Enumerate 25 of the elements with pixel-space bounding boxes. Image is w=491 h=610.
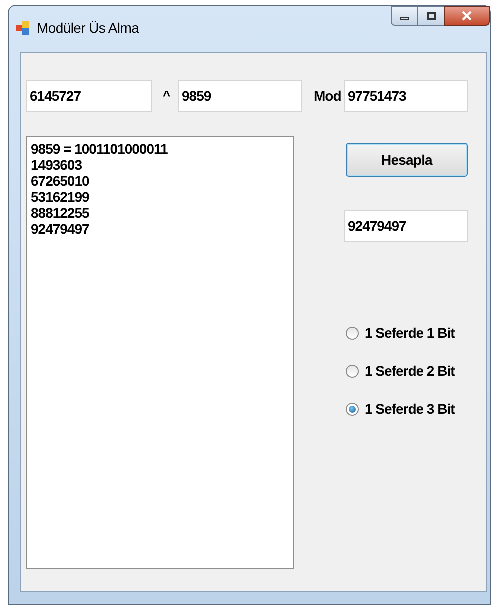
base-field[interactable]: 6145727 bbox=[26, 80, 152, 112]
modulus-field[interactable]: 97751473 bbox=[344, 80, 468, 112]
app-icon bbox=[16, 21, 30, 35]
window-title: Modüler Üs Alma bbox=[37, 19, 140, 38]
output-line: 92479497 bbox=[31, 221, 90, 237]
power-sign-label: ^ bbox=[163, 87, 172, 106]
output-line: 88812255 bbox=[31, 205, 90, 221]
output-list[interactable]: 9859 = 1001101000011 1493603 67265010 53162199 88812255 92479497 bbox=[26, 136, 294, 569]
mode-radio[interactable]: 1 Seferde 3 Bit bbox=[346, 400, 468, 418]
mod-label: Mod bbox=[314, 86, 342, 106]
close-button[interactable] bbox=[444, 6, 490, 26]
output-line: 9859 = 1001101000011 bbox=[31, 141, 169, 157]
minimize-button[interactable] bbox=[391, 6, 418, 26]
exponent-field[interactable]: 9859 bbox=[178, 80, 302, 112]
calculate-button[interactable]: Hesapla bbox=[346, 143, 468, 177]
close-icon bbox=[462, 11, 472, 21]
output-line: 67265010 bbox=[31, 173, 90, 189]
minimize-icon bbox=[400, 17, 409, 20]
output-line: 1493603 bbox=[31, 157, 84, 173]
maximize-icon bbox=[426, 12, 436, 20]
output-line: 53162199 bbox=[31, 189, 90, 205]
result-field[interactable]: 92479497 bbox=[344, 210, 468, 242]
maximize-button[interactable] bbox=[418, 6, 444, 26]
mode-radio[interactable]: 1 Seferde 1 Bit bbox=[346, 324, 468, 342]
mode-radio[interactable]: 1 Seferde 2 Bit bbox=[346, 362, 468, 380]
